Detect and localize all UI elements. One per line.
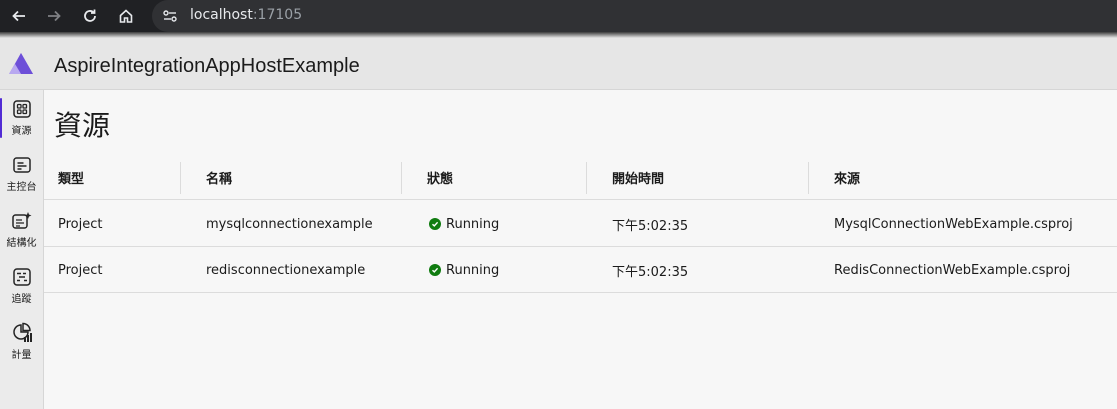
cell-name[interactable]: mysqlconnectionexample: [206, 201, 373, 247]
cell-type: Project: [58, 216, 103, 232]
reload-icon: [84, 9, 96, 22]
column-header-name[interactable]: 名稱: [206, 154, 232, 200]
aspire-logo-icon[interactable]: [8, 52, 34, 81]
metrics-icon: [11, 322, 33, 344]
sidebar-item-traces[interactable]: 追蹤: [0, 258, 43, 310]
column-divider[interactable]: [586, 162, 587, 194]
main-content: 資源 類型 名稱 狀態 開始時間 來源 Project mysqlconnect…: [44, 90, 1117, 409]
running-check-icon: [429, 264, 441, 276]
column-header-start-time[interactable]: 開始時間: [612, 154, 664, 200]
cell-name[interactable]: redisconnectionexample: [206, 247, 365, 293]
column-divider[interactable]: [401, 162, 402, 194]
cell-state: Running: [429, 201, 499, 247]
cell-source: RedisConnectionWebExample.csproj: [834, 262, 1071, 278]
app-title[interactable]: AspireIntegrationAppHostExample: [54, 55, 360, 78]
sidebar-item-label: 計量: [11, 350, 32, 361]
address-bar[interactable]: localhost:17105: [152, 0, 1117, 32]
cell-source: MysqlConnectionWebExample.csproj: [834, 216, 1073, 232]
column-divider[interactable]: [180, 162, 181, 194]
cell-type: Project: [58, 262, 103, 278]
sidebar-item-resources[interactable]: 資源: [0, 90, 43, 142]
forward-button[interactable]: [44, 6, 64, 26]
structured-logs-icon: [11, 210, 33, 232]
cell-state: Running: [429, 247, 499, 293]
sidebar-item-label: 資源: [11, 126, 32, 137]
url-port: :17105: [252, 7, 303, 23]
state-text: Running: [446, 262, 500, 278]
home-icon: [119, 9, 133, 23]
sidebar-item-label: 追蹤: [11, 294, 32, 305]
page-title: 資源: [54, 109, 111, 142]
column-divider[interactable]: [808, 162, 809, 194]
url-host: localhost: [190, 7, 253, 23]
forward-arrow-icon: [48, 10, 61, 22]
back-button[interactable]: [9, 6, 29, 26]
sidebar-item-structured[interactable]: 結構化: [0, 202, 43, 254]
table-header: 類型 名稱 狀態 開始時間 來源: [44, 154, 1117, 200]
column-header-type[interactable]: 類型: [58, 154, 84, 200]
column-header-state[interactable]: 狀態: [427, 154, 453, 200]
sidebar: 資源 主控台 結構化 追蹤 計量: [0, 90, 44, 409]
traces-icon: [11, 266, 33, 288]
column-header-source[interactable]: 來源: [834, 154, 860, 200]
sidebar-item-label: 結構化: [6, 238, 37, 249]
table-row[interactable]: Project redisconnectionexample Running 下…: [44, 247, 1117, 293]
state-text: Running: [446, 216, 500, 232]
home-button[interactable]: [116, 6, 136, 26]
cell-start-time: 下午5:02:35: [612, 264, 689, 280]
url-text[interactable]: localhost:17105: [190, 7, 302, 23]
console-icon: [11, 154, 33, 176]
browser-toolbar: localhost:17105: [0, 0, 1117, 32]
sidebar-item-label: 主控台: [6, 182, 37, 193]
resources-grid-icon: [11, 98, 33, 120]
reload-button[interactable]: [80, 6, 100, 26]
running-check-icon: [429, 218, 441, 230]
sidebar-item-metrics[interactable]: 計量: [0, 314, 43, 366]
back-arrow-icon: [12, 10, 25, 22]
cell-start-time: 下午5:02:35: [612, 218, 689, 234]
table-row[interactable]: Project mysqlconnectionexample Running 下…: [44, 201, 1117, 247]
sidebar-item-console[interactable]: 主控台: [0, 146, 43, 198]
app-header: AspireIntegrationAppHostExample: [0, 38, 1117, 90]
site-settings-icon[interactable]: [162, 8, 178, 29]
